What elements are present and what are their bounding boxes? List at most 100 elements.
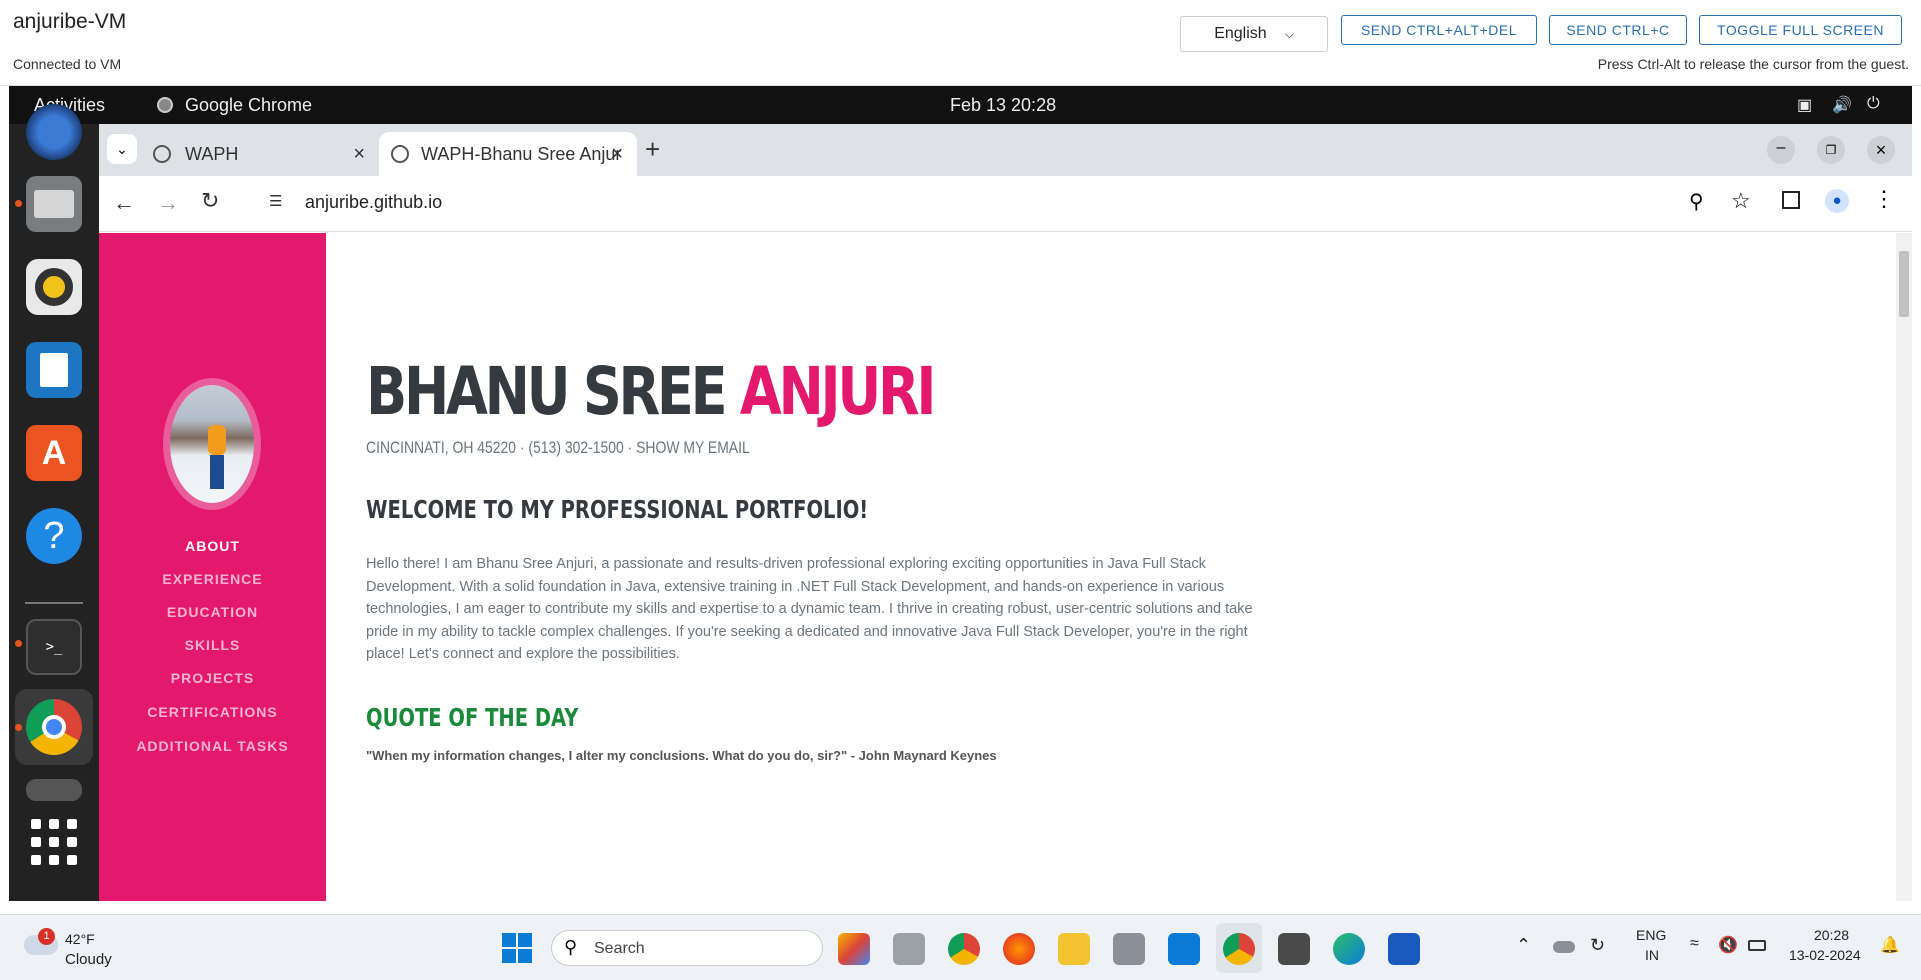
drive-icon[interactable] <box>26 779 82 801</box>
guest-screen[interactable]: Activities Google Chrome Feb 13 20:28 ▣ … <box>9 86 1912 901</box>
thunderbird-icon[interactable] <box>26 104 82 160</box>
sublime-icon[interactable] <box>1278 933 1310 965</box>
sync-icon[interactable]: ↻ <box>1590 935 1605 956</box>
notification-bell-icon[interactable]: 🔔 <box>1880 935 1900 955</box>
system-date[interactable]: 13-02-2024 <box>1789 947 1861 963</box>
running-indicator <box>15 640 22 647</box>
clock[interactable]: Feb 13 20:28 <box>950 95 1056 116</box>
intro-paragraph: Hello there! I am Bhanu Sree Anjuri, a p… <box>366 556 1253 662</box>
app-center-icon[interactable]: A <box>26 425 82 481</box>
gnome-top-bar: Activities Google Chrome Feb 13 20:28 ▣ … <box>9 86 1912 124</box>
battery-icon[interactable] <box>1748 940 1766 951</box>
nav-projects[interactable]: PROJECTS <box>99 670 326 686</box>
language-select[interactable]: English ⌵ <box>1180 16 1328 52</box>
search-placeholder: Search <box>594 940 645 957</box>
bookmark-star-icon[interactable]: ☆ <box>1731 188 1751 214</box>
temperature[interactable]: 42°F <box>65 931 95 947</box>
address-bar[interactable]: anjuribe.github.io <box>305 192 442 213</box>
chrome-app-icon <box>157 97 173 113</box>
nav-experience[interactable]: EXPERIENCE <box>99 571 326 587</box>
chrome-profile-icon[interactable] <box>1223 933 1255 965</box>
profile-icon[interactable]: ● <box>1825 189 1849 213</box>
send-ctrl-c-button[interactable]: SEND CTRL+C <box>1549 15 1687 45</box>
vscode-icon[interactable] <box>1168 933 1200 965</box>
language-eng[interactable]: ENG <box>1636 927 1666 943</box>
weather-badge: 1 <box>38 928 55 945</box>
help-icon[interactable]: ? <box>26 508 82 564</box>
dock: A ? >_ <box>9 104 99 901</box>
new-tab-icon[interactable]: + <box>645 134 660 165</box>
start-icon[interactable] <box>502 933 532 963</box>
language-in[interactable]: IN <box>1645 947 1659 963</box>
tab-strip: ⌄ WAPH × WAPH-Bhanu Sree Anjur × + – ❐ × <box>99 124 1912 176</box>
onedrive-icon[interactable] <box>1553 941 1575 953</box>
nav-certifications[interactable]: CERTIFICATIONS <box>99 704 326 720</box>
menu-icon[interactable]: ⋮ <box>1873 186 1895 212</box>
rhythmbox-icon[interactable] <box>26 259 82 315</box>
volume-icon[interactable]: 🔊 <box>1832 95 1852 115</box>
nav-additional-tasks[interactable]: ADDITIONAL TASKS <box>99 738 326 754</box>
page-viewport[interactable]: ABOUT EXPERIENCE EDUCATION SKILLS PROJEC… <box>99 233 1912 901</box>
site-info-icon[interactable]: ☰ <box>269 192 282 210</box>
chrome-taskbar-icon[interactable] <box>948 933 980 965</box>
scrollbar-thumb[interactable] <box>1899 251 1909 317</box>
edge-icon[interactable] <box>1333 933 1365 965</box>
chevron-up-icon[interactable]: ⌃ <box>1516 935 1531 956</box>
last-name: ANJURI <box>739 353 937 430</box>
chrome-icon[interactable] <box>26 699 82 755</box>
mute-icon[interactable]: 🔇 <box>1718 935 1738 955</box>
back-icon[interactable]: ← <box>113 190 135 216</box>
tab-waph[interactable]: WAPH × <box>143 132 373 176</box>
quote-heading: QUOTE OF THE DAY <box>366 703 579 732</box>
globe-icon <box>153 145 171 163</box>
close-tab-icon[interactable]: × <box>353 143 365 166</box>
file-explorer-icon[interactable] <box>1058 933 1090 965</box>
language-value: English <box>1214 25 1267 42</box>
windows-taskbar: 1 42°F Cloudy ⚲ Search ⌃ ↻ ENG IN ≈ 🔇 20… <box>0 914 1921 980</box>
vertical-scrollbar[interactable] <box>1896 233 1912 901</box>
nav-skills[interactable]: SKILLS <box>99 637 326 653</box>
welcome-heading: WELCOME TO MY PROFESSIONAL PORTFOLIO! <box>366 495 869 524</box>
copilot-icon[interactable] <box>838 933 870 965</box>
quote-text: "When my information changes, I alter my… <box>366 748 997 763</box>
globe-icon <box>391 145 409 163</box>
release-hint: Press Ctrl-Alt to release the cursor fro… <box>1597 56 1909 72</box>
page-content: BHANU SREE ANJURI Cincinnati, OH 45220 ·… <box>366 233 1886 901</box>
show-apps-icon[interactable] <box>31 819 77 865</box>
contact-line: Cincinnati, OH 45220 · (513) 302-1500 · … <box>366 438 750 457</box>
send-ctrl-alt-del-button[interactable]: SEND CTRL+ALT+DEL <box>1341 15 1537 45</box>
nav-education[interactable]: EDUCATION <box>99 604 326 620</box>
files-icon[interactable] <box>26 176 82 232</box>
zoom-icon[interactable]: ⚲ <box>1689 189 1704 214</box>
wifi-icon[interactable]: ≈ <box>1690 935 1699 953</box>
tab-portfolio[interactable]: WAPH-Bhanu Sree Anjur × <box>379 132 637 176</box>
restore-icon[interactable]: ❐ <box>1817 136 1845 164</box>
power-icon[interactable]: ⏻ <box>1867 95 1880 113</box>
toggle-fullscreen-button[interactable]: TOGGLE FULL SCREEN <box>1699 15 1902 45</box>
network-icon[interactable]: ▣ <box>1797 95 1812 115</box>
close-window-icon[interactable]: × <box>1867 136 1895 164</box>
forward-icon[interactable]: → <box>157 190 179 216</box>
chrome-window: ⌄ WAPH × WAPH-Bhanu Sree Anjur × + – ❐ ×… <box>99 124 1912 901</box>
page-title: BHANU SREE ANJURI <box>366 353 937 430</box>
vm-title: anjuribe-VM <box>13 10 127 33</box>
system-time[interactable]: 20:28 <box>1814 927 1849 943</box>
tab-title: WAPH-Bhanu Sree Anjur <box>421 143 621 164</box>
weather-condition[interactable]: Cloudy <box>65 951 112 968</box>
terminal-icon[interactable]: >_ <box>26 619 82 675</box>
word-icon[interactable] <box>1388 933 1420 965</box>
active-app-name[interactable]: Google Chrome <box>185 95 312 116</box>
vm-client-icon[interactable] <box>1113 933 1145 965</box>
portfolio-sidebar: ABOUT EXPERIENCE EDUCATION SKILLS PROJEC… <box>99 233 326 901</box>
writer-icon[interactable] <box>26 342 82 398</box>
taskbar-search[interactable]: ⚲ Search <box>551 930 823 966</box>
side-panel-icon[interactable] <box>1782 191 1800 209</box>
reload-icon[interactable]: ↻ <box>201 188 219 214</box>
tab-search-icon[interactable]: ⌄ <box>107 134 137 164</box>
firefox-icon[interactable] <box>1003 933 1035 965</box>
chevron-down-icon: ⌵ <box>1284 26 1294 41</box>
minimize-icon[interactable]: – <box>1767 136 1795 164</box>
nav-about[interactable]: ABOUT <box>99 538 326 554</box>
close-tab-icon[interactable]: × <box>611 143 623 166</box>
task-view-icon[interactable] <box>893 933 925 965</box>
